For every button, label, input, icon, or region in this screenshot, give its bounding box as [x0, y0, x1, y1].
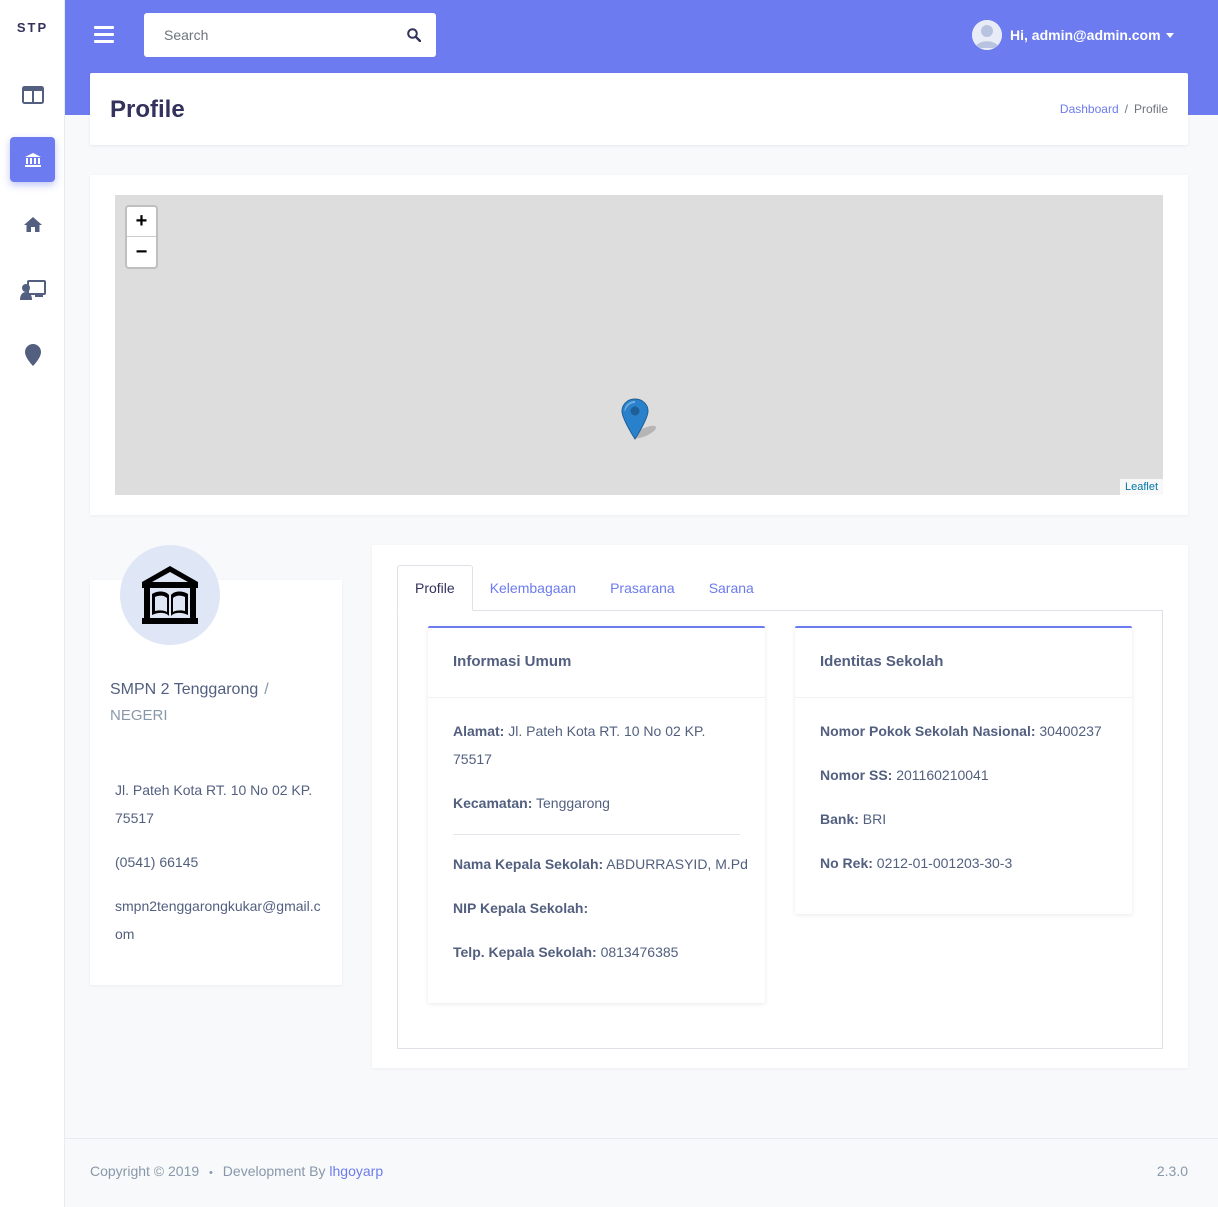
- breadcrumb: Dashboard / Profile: [1059, 102, 1168, 116]
- sidebar: STP: [0, 0, 65, 1207]
- page-title: Profile: [110, 96, 185, 123]
- school-name: SMPN 2 Tenggarong: [110, 681, 259, 698]
- npsn-row: Nomor Pokok Sekolah Nasional: 30400237: [820, 723, 1102, 739]
- user-greeting: Hi, admin@admin.com: [1010, 27, 1161, 43]
- map-view[interactable]: + − Leaflet: [115, 195, 1163, 495]
- school-name-block: SMPN 2 Tenggarong / NEGERI: [110, 681, 269, 724]
- map-card: + − Leaflet: [90, 175, 1188, 515]
- section-divider: [453, 834, 740, 835]
- identitas-sekolah-title: Identitas Sekolah: [795, 628, 1132, 698]
- sidebar-item-home[interactable]: [10, 202, 55, 247]
- sidebar-item-institution[interactable]: [10, 137, 55, 182]
- tab-kelembagaan[interactable]: Kelembagaan: [473, 565, 593, 611]
- version-label: 2.3.0: [1156, 1163, 1188, 1179]
- sidebar-item-location[interactable]: [10, 332, 55, 377]
- search-input[interactable]: [144, 13, 392, 57]
- nip-row: NIP Kepala Sekolah:: [453, 900, 589, 916]
- page-title-card: Profile Dashboard / Profile: [90, 73, 1188, 145]
- institution-icon: [24, 152, 41, 167]
- user-menu[interactable]: Hi, admin@admin.com: [972, 20, 1174, 50]
- alamat-row: Alamat: Jl. Pateh Kota RT. 10 No 02 KP. …: [453, 723, 706, 767]
- tab-prasarana[interactable]: Prasarana: [593, 565, 692, 611]
- school-logo: [120, 545, 220, 645]
- tab-sarana[interactable]: Sarana: [692, 565, 771, 611]
- school-building-icon: [142, 566, 198, 624]
- zoom-out-button[interactable]: −: [127, 237, 156, 267]
- norek-row: No Rek: 0212-01-001203-30-3: [820, 855, 1013, 871]
- menu-toggle-icon[interactable]: [94, 26, 114, 44]
- developer-link[interactable]: lhgoyarp: [329, 1163, 383, 1179]
- informasi-umum-card: Informasi Umum Alamat: Jl. Pateh Kota RT…: [428, 626, 765, 1003]
- kepala-sekolah-row: Nama Kepala Sekolah: ABDURRASYID, M.Pd: [453, 856, 748, 872]
- search-icon[interactable]: [392, 13, 436, 57]
- bank-row: Bank: BRI: [820, 811, 887, 827]
- layout-icon: [21, 85, 44, 104]
- brand-logo[interactable]: STP: [0, 20, 65, 35]
- footer: Copyright © 2019 • Development By lhgoya…: [65, 1138, 1218, 1207]
- copyright: Copyright © 2019 • Development By lhgoya…: [90, 1163, 384, 1179]
- sidebar-item-teacher[interactable]: [10, 267, 55, 312]
- breadcrumb-current: Profile: [1133, 102, 1168, 116]
- home-icon: [23, 217, 42, 232]
- sidebar-item-dashboard[interactable]: [10, 72, 55, 117]
- tab-pane-profile: Informasi Umum Alamat: Jl. Pateh Kota RT…: [397, 610, 1163, 1049]
- kecamatan-row: Kecamatan: Tenggarong: [453, 795, 610, 811]
- avatar: [972, 20, 1002, 50]
- breadcrumb-dashboard-link[interactable]: Dashboard: [1060, 102, 1119, 116]
- tab-bar: Profile Kelembagaan Prasarana Sarana: [397, 565, 771, 611]
- teacher-icon: [19, 279, 46, 300]
- zoom-control: + −: [125, 205, 158, 269]
- school-email: smpn2tenggarongkukar@gmail.com: [115, 898, 321, 942]
- nss-row: Nomor SS: 201160210041: [820, 767, 989, 783]
- chevron-down-icon: [1165, 32, 1174, 38]
- informasi-umum-title: Informasi Umum: [428, 628, 765, 698]
- tab-profile[interactable]: Profile: [397, 565, 473, 611]
- identitas-sekolah-card: Identitas Sekolah Nomor Pokok Sekolah Na…: [795, 626, 1132, 914]
- telp-row: Telp. Kepala Sekolah: 0813476385: [453, 944, 679, 960]
- map-marker-icon: [24, 343, 41, 366]
- zoom-in-button[interactable]: +: [127, 207, 156, 237]
- school-address: Jl. Pateh Kota RT. 10 No 02 KP. 75517: [115, 782, 313, 826]
- school-status: NEGERI: [110, 707, 168, 724]
- school-phone: (0541) 66145: [115, 854, 199, 870]
- search-box: [144, 13, 436, 57]
- detail-card: Profile Kelembagaan Prasarana Sarana Inf…: [372, 545, 1188, 1068]
- map-attribution-link[interactable]: Leaflet: [1119, 479, 1163, 495]
- map-marker-pin-icon[interactable]: [621, 398, 661, 440]
